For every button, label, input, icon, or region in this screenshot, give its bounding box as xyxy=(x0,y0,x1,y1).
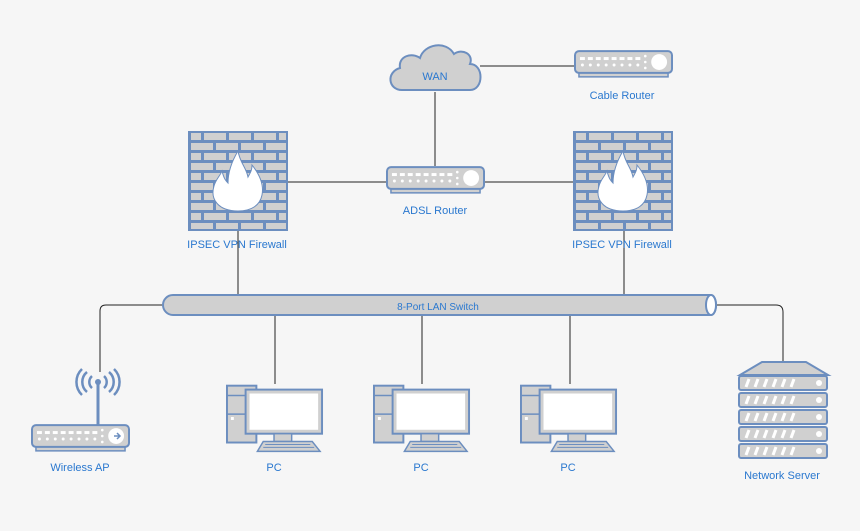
firewall-right-node[interactable]: IPSEC VPN Firewall xyxy=(572,131,673,251)
router-icon xyxy=(386,166,485,194)
diagram-svg: WAN Cable Router ADSL Router IPSEC VPN F… xyxy=(31,44,832,482)
pc-node-2[interactable]: PC xyxy=(373,384,471,474)
firewall-right-label: IPSEC VPN Firewall xyxy=(572,239,672,251)
pc-node-3[interactable]: PC xyxy=(520,384,618,474)
network-server-node[interactable]: Network Server xyxy=(736,361,832,482)
lan-switch-node[interactable]: 8-Port LAN Switch xyxy=(162,294,717,316)
server-label: Network Server xyxy=(744,470,820,482)
pc-label: PC xyxy=(560,462,575,474)
pc-node-1[interactable]: PC xyxy=(226,384,324,474)
firewall-left-label: IPSEC VPN Firewall xyxy=(187,239,287,251)
switch-label: 8-Port LAN Switch xyxy=(397,302,479,313)
adsl-router-node[interactable]: ADSL Router xyxy=(386,166,485,217)
pc-label: PC xyxy=(266,462,281,474)
pc-icon xyxy=(226,384,324,453)
pc-label: PC xyxy=(413,462,428,474)
wan-node[interactable]: WAN xyxy=(389,44,482,91)
bus-end-cap xyxy=(705,294,717,316)
wireless-ap-label: Wireless AP xyxy=(50,462,109,474)
network-diagram: WAN Cable Router ADSL Router IPSEC VPN F… xyxy=(0,0,860,531)
adsl-router-label: ADSL Router xyxy=(403,205,468,217)
server-icon xyxy=(736,361,832,459)
wireless-ap-node[interactable]: Wireless AP xyxy=(31,368,130,474)
firewall-icon xyxy=(188,131,288,231)
wire-switch-wireless-ap xyxy=(99,304,163,372)
router-icon xyxy=(574,50,673,78)
pc-icon xyxy=(373,384,471,453)
pc-icon xyxy=(520,384,618,453)
cable-router-node[interactable]: Cable Router xyxy=(574,50,673,102)
wan-label: WAN xyxy=(422,71,447,83)
wireless-ap-icon xyxy=(31,368,130,452)
cable-router-label: Cable Router xyxy=(590,90,655,102)
wire-switch-server xyxy=(716,304,784,362)
cloud-icon xyxy=(389,44,482,91)
firewall-icon xyxy=(573,131,673,231)
